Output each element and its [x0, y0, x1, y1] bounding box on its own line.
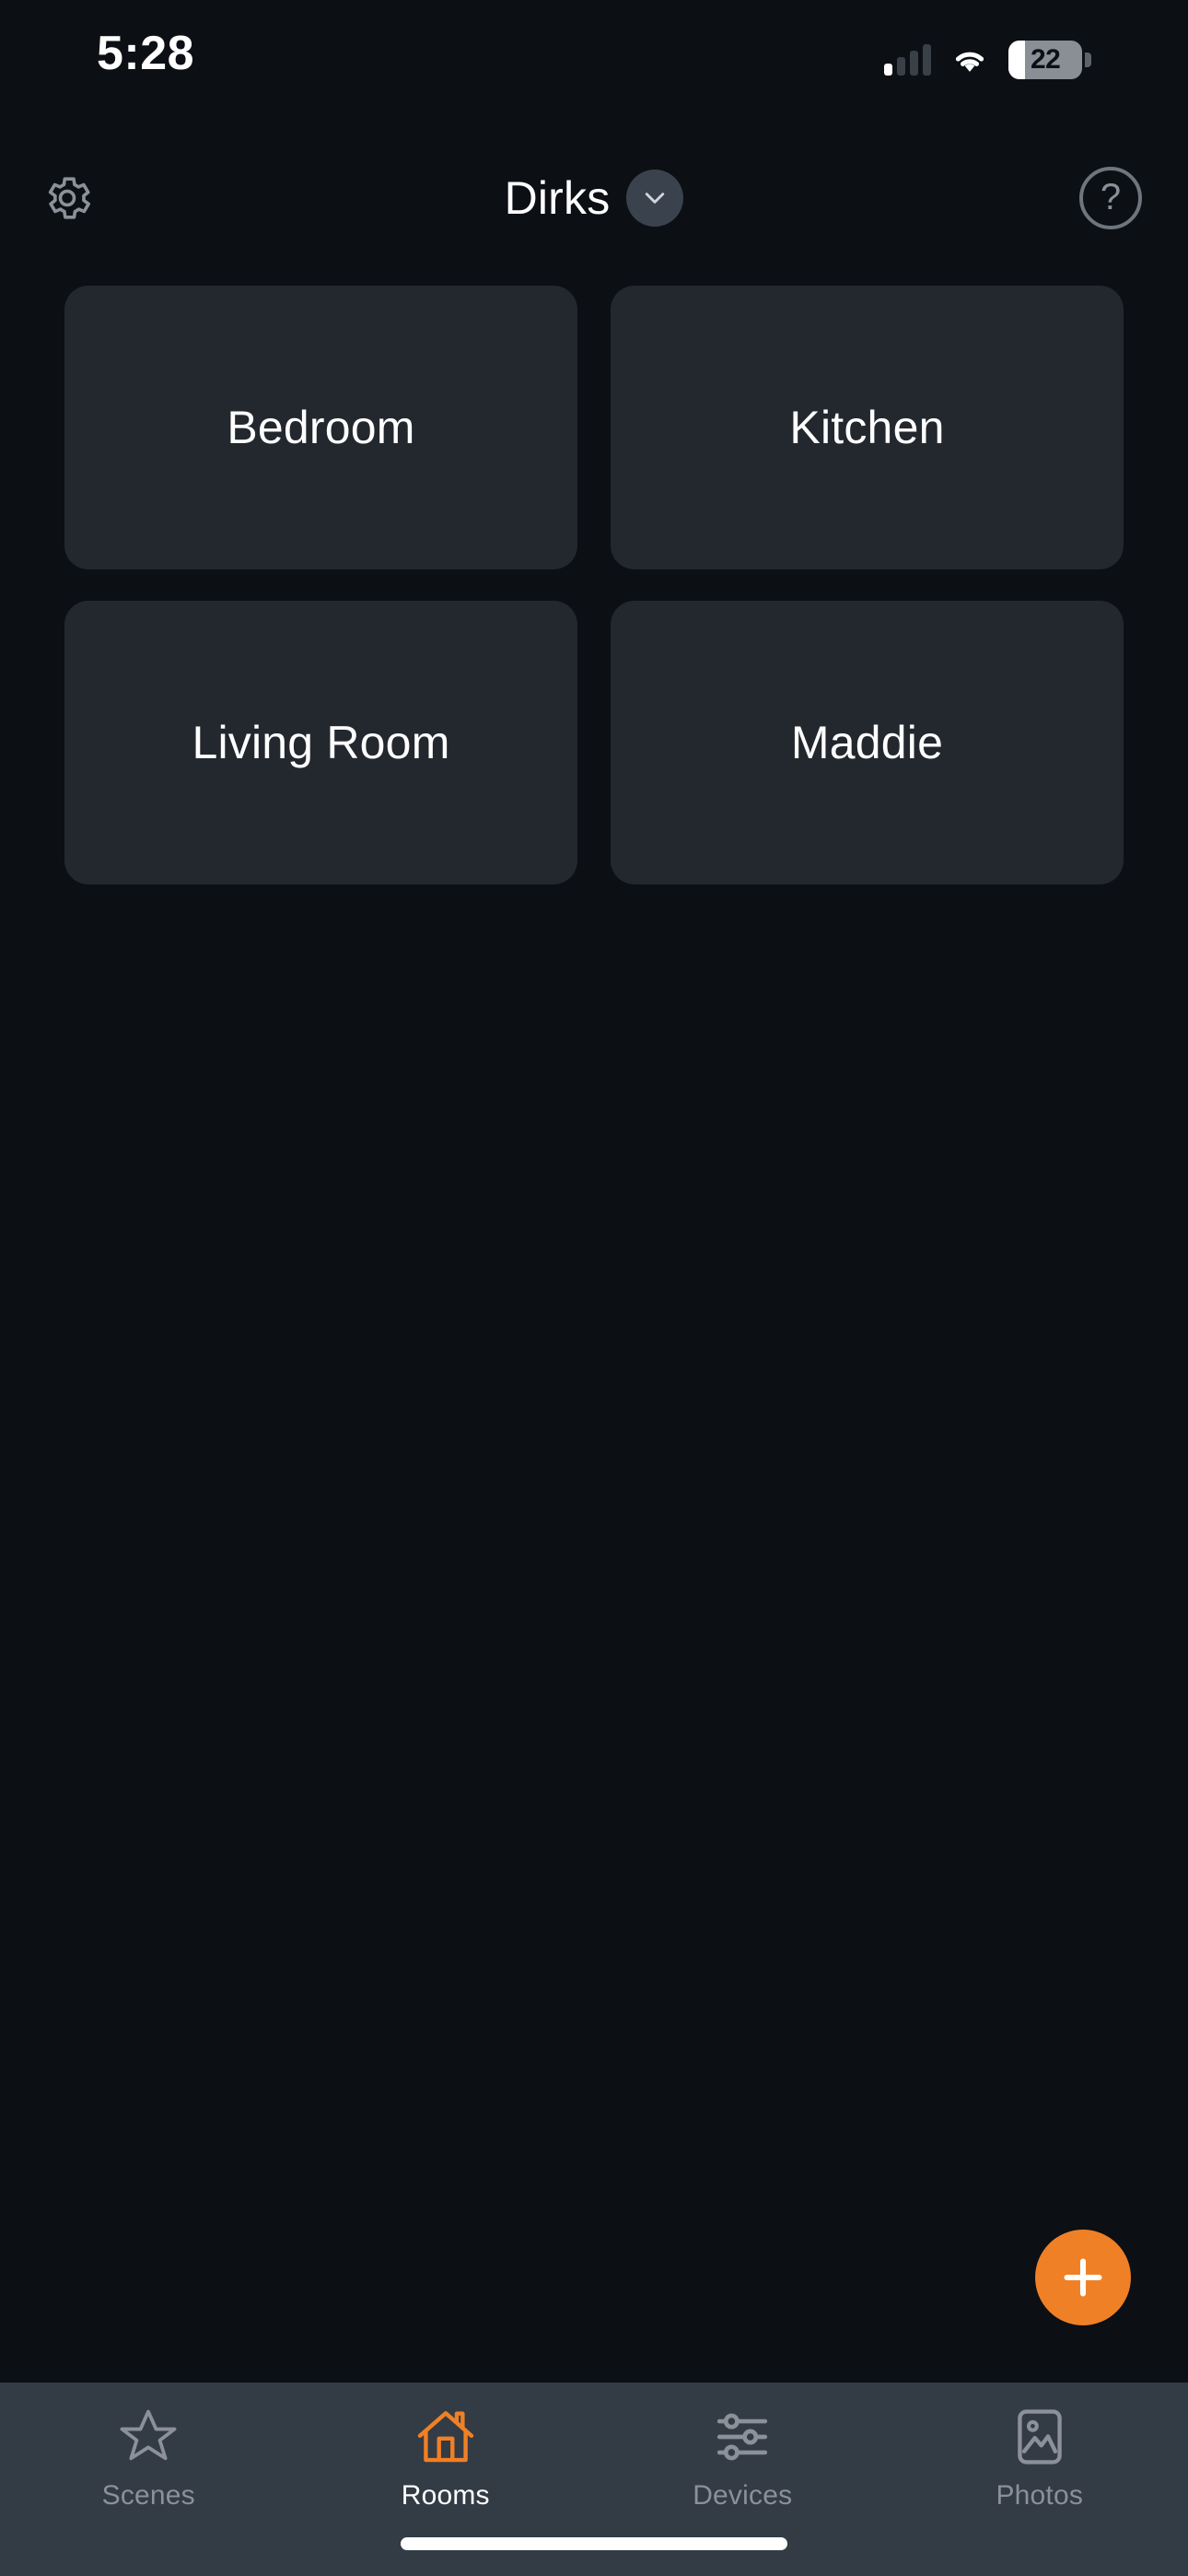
gear-icon — [48, 177, 91, 219]
battery-level-label: 22 — [1030, 44, 1061, 75]
tab-photos[interactable]: Photos — [891, 2405, 1188, 2512]
room-name-label: Maddie — [790, 717, 944, 768]
status-indicators: 22 — [884, 41, 1091, 79]
room-name-label: Living Room — [192, 717, 450, 768]
plus-icon — [1064, 2258, 1102, 2297]
photo-icon — [1017, 2409, 1062, 2465]
room-name-label: Kitchen — [789, 402, 945, 453]
room-card[interactable]: Kitchen — [611, 286, 1124, 569]
tab-rooms[interactable]: Rooms — [297, 2405, 595, 2512]
room-grid: Bedroom Kitchen Living Room Maddie — [64, 258, 1124, 884]
battery-icon: 22 — [1008, 41, 1091, 79]
help-question-mark-icon: ? — [1100, 177, 1122, 217]
battery-cap — [1085, 53, 1091, 67]
room-name-label: Bedroom — [227, 402, 415, 453]
star-icon — [120, 2409, 177, 2461]
app-root: 5:28 22 Dirks ? Bedroom Kitchen Living R… — [0, 0, 1188, 2576]
help-button[interactable]: ? — [1079, 167, 1142, 229]
tab-bar: Scenes Rooms Devices Photos — [0, 2383, 1188, 2576]
room-card[interactable]: Maddie — [611, 601, 1124, 884]
tab-label: Scenes — [101, 2480, 195, 2511]
main-content: Bedroom Kitchen Living Room Maddie — [0, 258, 1188, 2383]
tab-scenes[interactable]: Scenes — [0, 2405, 297, 2512]
chevron-down-icon — [646, 193, 665, 204]
room-card[interactable]: Living Room — [64, 601, 577, 884]
room-card[interactable]: Bedroom — [64, 286, 577, 569]
home-indicator — [401, 2537, 787, 2550]
wifi-icon — [955, 52, 984, 72]
battery-body: 22 — [1008, 41, 1083, 79]
add-room-button[interactable] — [1035, 2230, 1131, 2325]
sliders-icon — [717, 2413, 768, 2461]
app-header: Dirks ? — [0, 138, 1188, 258]
status-bar: 5:28 22 — [0, 0, 1188, 138]
tab-label: Rooms — [401, 2480, 490, 2511]
house-icon — [417, 2411, 473, 2463]
tab-label: Devices — [693, 2480, 793, 2511]
status-time: 5:28 — [97, 27, 195, 80]
tab-devices[interactable]: Devices — [594, 2405, 891, 2512]
settings-button[interactable] — [39, 170, 96, 227]
cellular-signal-icon — [884, 44, 931, 76]
tab-label: Photos — [996, 2480, 1084, 2511]
home-selector[interactable]: Dirks — [505, 170, 684, 227]
home-dropdown-button[interactable] — [626, 170, 684, 227]
page-title: Dirks — [504, 172, 611, 224]
battery-fill — [1008, 41, 1025, 79]
